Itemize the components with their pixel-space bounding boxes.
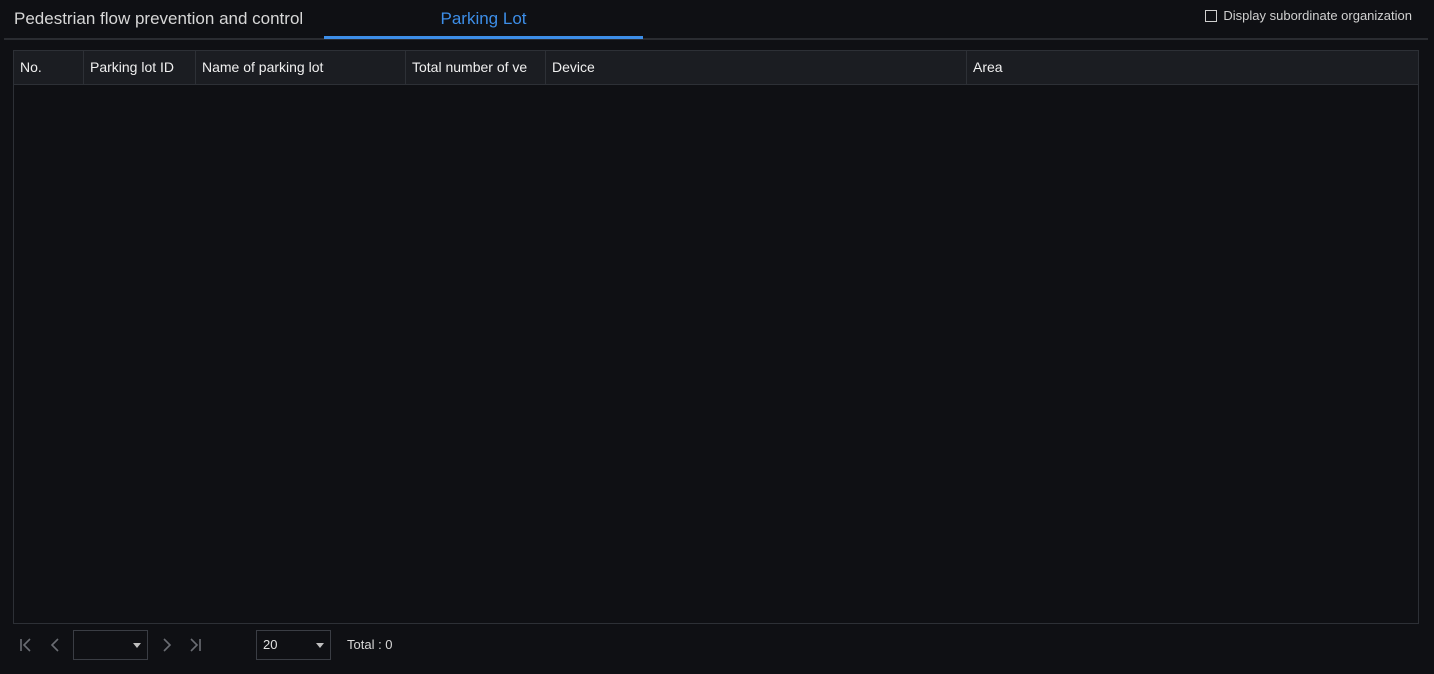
column-header-total-vehicles[interactable]: Total number of ve (406, 51, 546, 84)
column-header-parking-lot-id[interactable]: Parking lot ID (84, 51, 196, 84)
active-tab-indicator (324, 36, 643, 39)
first-page-icon[interactable] (17, 636, 35, 654)
tab-parking-lot[interactable]: Parking Lot (324, 0, 643, 38)
parking-lot-panel: Pedestrian flow prevention and control P… (0, 0, 1434, 674)
column-header-device[interactable]: Device (546, 51, 967, 84)
parking-lot-table: No. Parking lot ID Name of parking lot T… (13, 50, 1419, 624)
tab-bar: Pedestrian flow prevention and control P… (4, 0, 1428, 40)
last-page-icon[interactable] (186, 636, 204, 654)
page-size-select[interactable]: 20 (256, 630, 331, 660)
page-number-select[interactable] (73, 630, 148, 660)
pagination-bar: 20 Total : 0 (13, 630, 613, 660)
tab-pedestrian-flow[interactable]: Pedestrian flow prevention and control (14, 0, 303, 38)
display-subordinate-checkbox[interactable] (1205, 9, 1218, 22)
table-header: No. Parking lot ID Name of parking lot T… (14, 51, 1418, 85)
chevron-down-icon (133, 643, 141, 648)
display-subordinate-toggle[interactable]: Display subordinate organization (1205, 8, 1412, 23)
next-page-icon[interactable] (158, 636, 176, 654)
chevron-down-icon (316, 643, 324, 648)
total-count: Total : 0 (347, 637, 393, 652)
column-header-area[interactable]: Area (967, 51, 1418, 84)
column-header-name[interactable]: Name of parking lot (196, 51, 406, 84)
page-size-value: 20 (263, 637, 278, 652)
display-subordinate-label: Display subordinate organization (1223, 8, 1412, 23)
prev-page-icon[interactable] (46, 636, 64, 654)
column-header-no[interactable]: No. (14, 51, 84, 84)
